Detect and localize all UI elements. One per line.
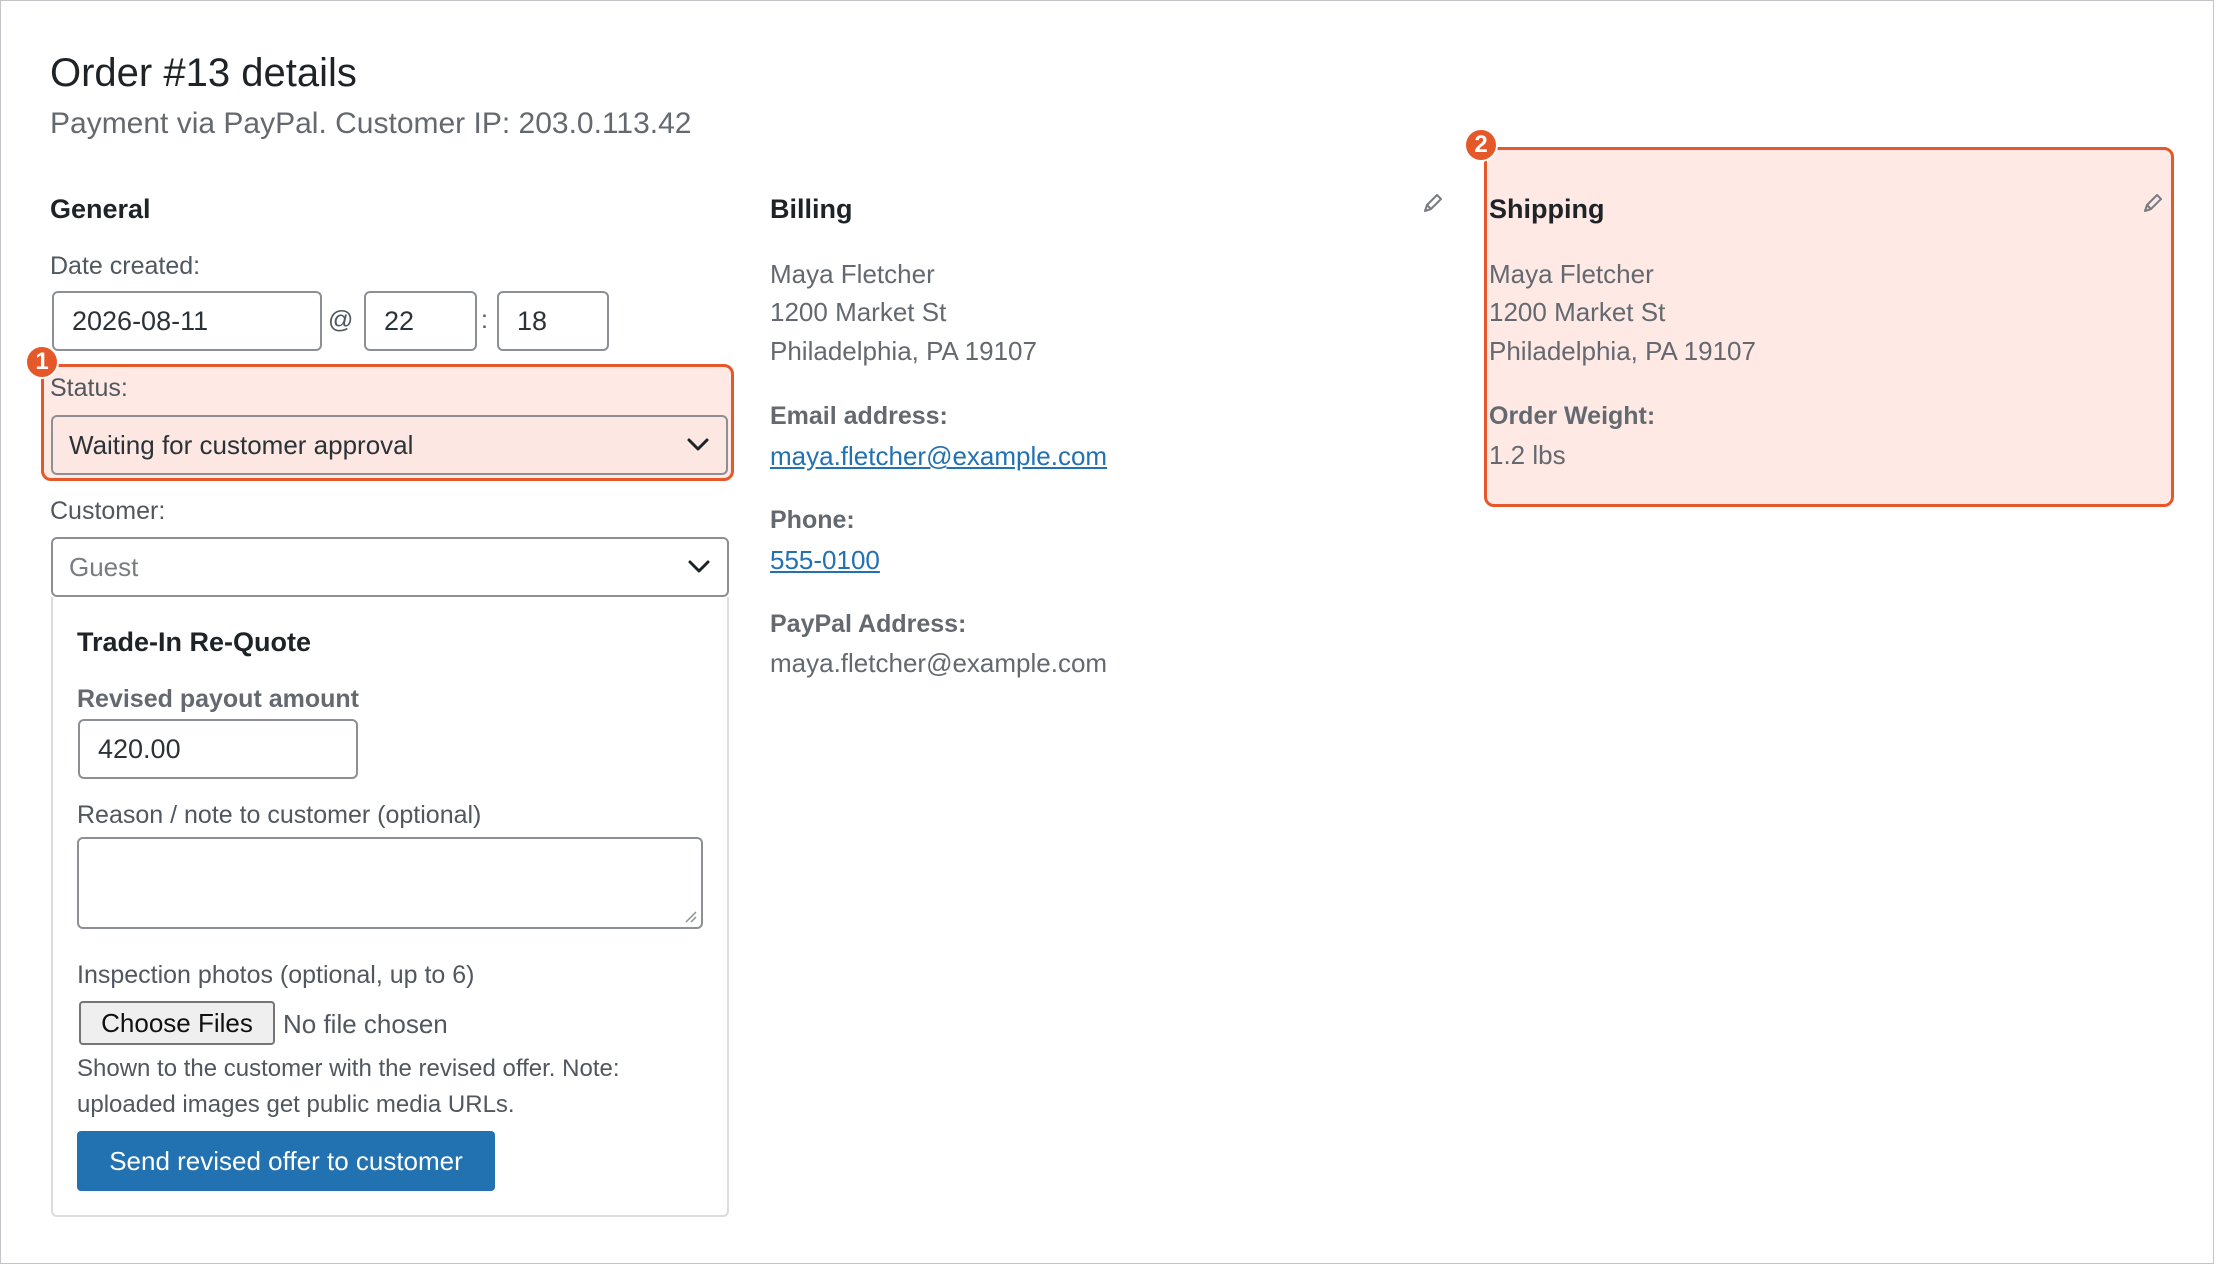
- billing-heading: Billing: [770, 194, 853, 224]
- payout-label: Revised payout amount: [77, 685, 359, 713]
- billing-email-label: Email address:: [770, 402, 948, 430]
- minute-input[interactable]: 18: [497, 291, 609, 351]
- shipping-heading: Shipping: [1489, 194, 1605, 224]
- order-details-panel: Order #13 details Payment via PayPal. Cu…: [0, 0, 2214, 1264]
- status-label: Status:: [50, 374, 128, 402]
- send-revised-offer-button[interactable]: Send revised offer to customer: [77, 1131, 495, 1191]
- paypal-address-label: PayPal Address:: [770, 610, 967, 638]
- page-title: Order #13 details: [50, 51, 357, 95]
- status-select[interactable]: Waiting for customer approval: [51, 415, 728, 475]
- no-file-chosen-text: No file chosen: [283, 1009, 448, 1039]
- photos-help-text: Shown to the customer with the revised o…: [77, 1055, 620, 1118]
- order-weight-label: Order Weight:: [1489, 402, 1656, 430]
- date-input[interactable]: 2026-08-11: [52, 291, 322, 351]
- customer-select[interactable]: Guest: [51, 537, 729, 597]
- callout-badge-2: 2: [1464, 128, 1498, 162]
- shipping-city: Philadelphia, PA 19107: [1489, 336, 1756, 366]
- billing-name: Maya Fletcher: [770, 259, 935, 289]
- photos-label: Inspection photos (optional, up to 6): [77, 961, 475, 989]
- edit-billing-pencil-icon[interactable]: [1421, 191, 1445, 215]
- billing-street: 1200 Market St: [770, 297, 947, 327]
- billing-email-link[interactable]: maya.fletcher@example.com: [770, 441, 1107, 472]
- customer-label: Customer:: [50, 497, 166, 525]
- note-label: Reason / note to customer (optional): [77, 801, 482, 829]
- requote-heading: Trade-In Re-Quote: [77, 627, 312, 657]
- note-textarea[interactable]: [77, 837, 703, 929]
- chevron-down-icon: [688, 560, 710, 573]
- customer-select-value: Guest: [69, 551, 139, 582]
- shipping-street: 1200 Market St: [1489, 297, 1666, 327]
- shipping-name: Maya Fletcher: [1489, 259, 1654, 289]
- paypal-address-value: maya.fletcher@example.com: [770, 648, 1108, 678]
- general-heading: General: [50, 194, 151, 224]
- payout-amount-input[interactable]: 420.00: [78, 719, 358, 779]
- order-weight-value: 1.2 lbs: [1489, 440, 1566, 470]
- edit-shipping-pencil-icon[interactable]: [2141, 191, 2165, 215]
- status-select-value: Waiting for customer approval: [69, 429, 414, 460]
- date-created-label: Date created:: [50, 252, 201, 280]
- choose-files-button[interactable]: Choose Files: [79, 1001, 275, 1045]
- hour-input[interactable]: 22: [364, 291, 477, 351]
- payment-subtitle: Payment via PayPal. Customer IP: 203.0.1…: [50, 107, 692, 140]
- billing-phone-label: Phone:: [770, 506, 855, 534]
- chevron-down-icon: [687, 438, 709, 451]
- resize-handle-icon[interactable]: [681, 907, 697, 923]
- billing-city: Philadelphia, PA 19107: [770, 336, 1037, 366]
- colon-separator: :: [481, 306, 488, 334]
- at-separator: @: [328, 306, 354, 334]
- billing-phone-link[interactable]: 555-0100: [770, 545, 880, 576]
